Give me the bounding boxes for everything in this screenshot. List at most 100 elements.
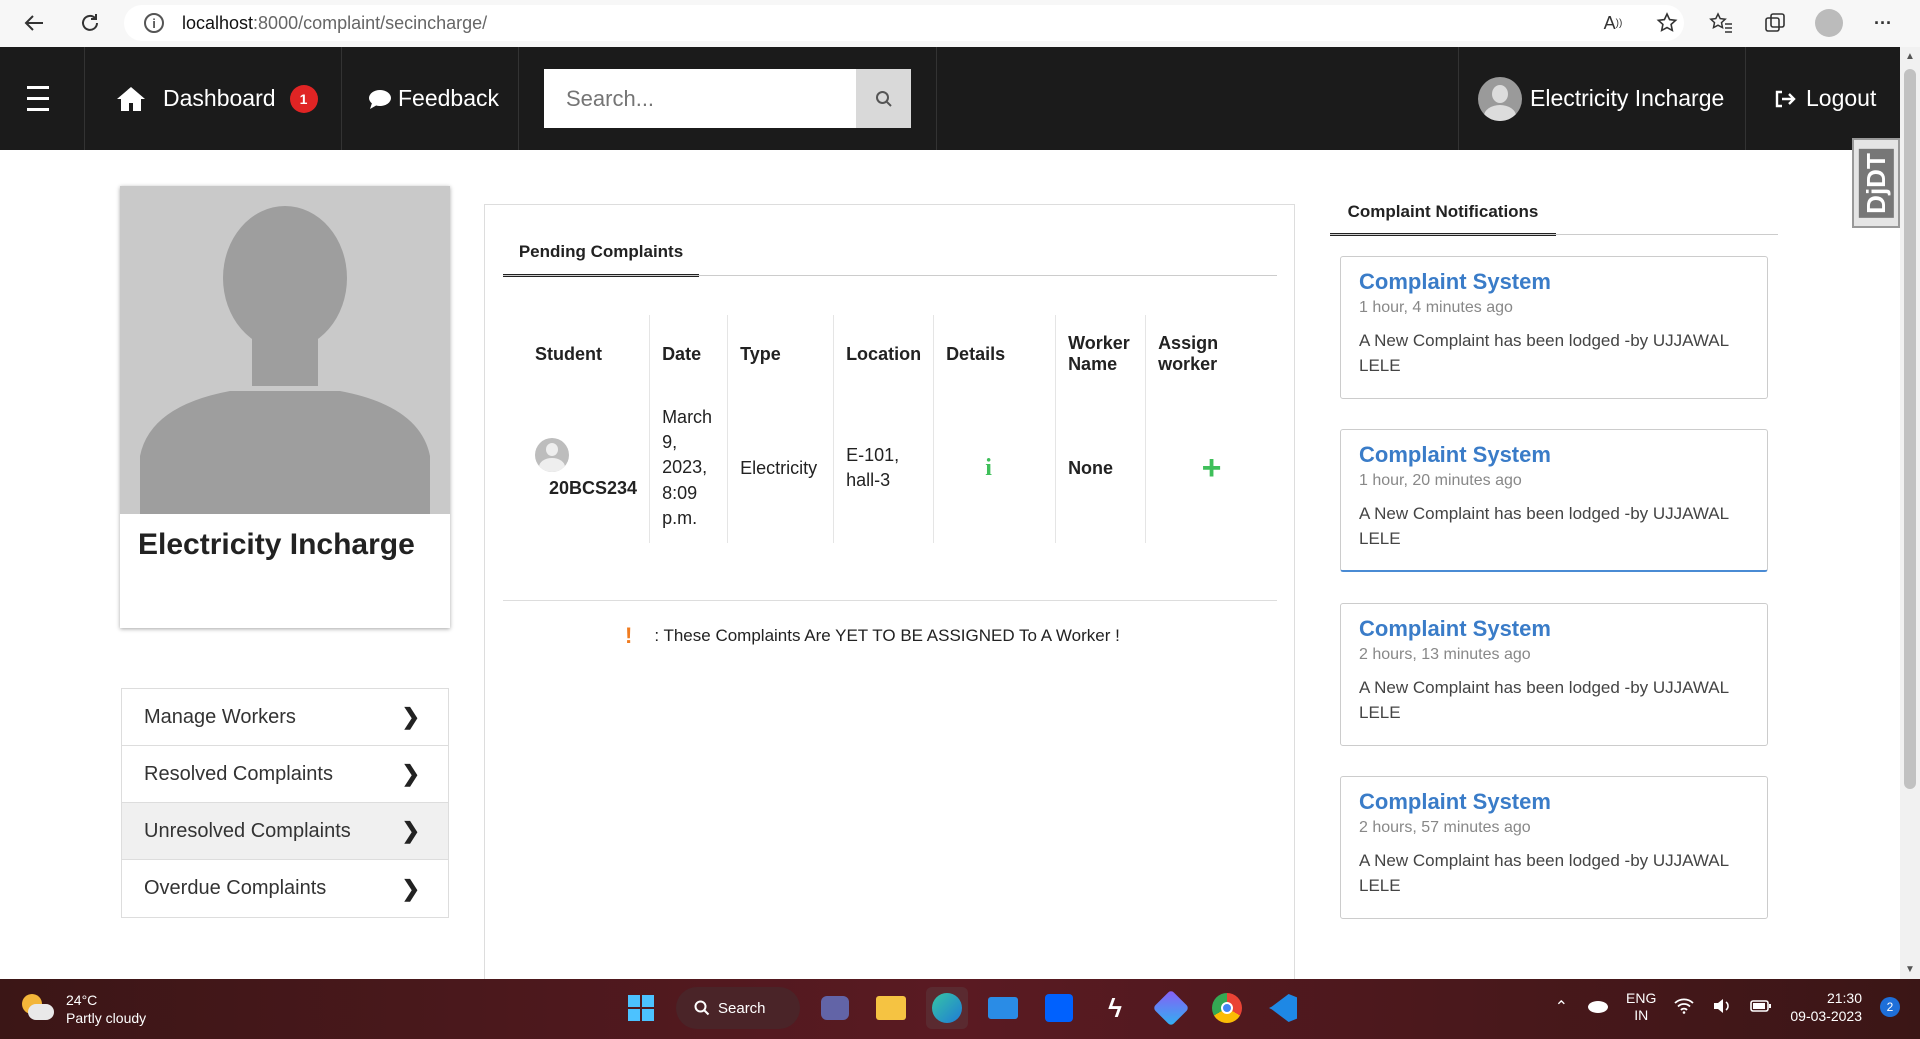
logout-icon [1775,90,1796,107]
search-form [544,69,911,128]
teams-icon[interactable] [814,987,856,1029]
clock[interactable]: 21:30 09-03-2023 [1790,989,1862,1025]
partly-cloudy-icon [20,994,54,1024]
menu-toggle-icon[interactable] [27,47,49,150]
lang-bottom: IN [1634,1007,1649,1024]
notification-title[interactable]: Complaint System [1359,616,1749,642]
side-item-resolved-complaints[interactable]: Resolved Complaints ❯ [122,746,448,803]
notification-message: A New Complaint has been lodged -by UJJA… [1359,851,1729,895]
notification-title[interactable]: Complaint System [1359,789,1749,815]
more-menu-icon[interactable]: ··· [1866,8,1900,38]
browser-toolbar: i localhost:8000/complaint/secincharge/ … [0,0,1920,47]
tab-complaint-notifications[interactable]: Complaint Notifications [1330,190,1556,236]
volume-icon[interactable] [1712,998,1732,1017]
add-favorite-icon[interactable] [1650,8,1684,38]
file-explorer-icon[interactable] [870,987,912,1029]
refresh-icon[interactable] [72,5,108,41]
notification-card[interactable]: Complaint System 1 hour, 4 minutes ago A… [1340,256,1768,399]
lang-top: ENG [1626,989,1657,1006]
chevron-up-icon[interactable]: ⌃ [1555,997,1568,1017]
weather-widget[interactable]: 24°C Partly cloudy [20,991,146,1027]
page-scrollbar[interactable]: ▲ ▼ [1900,47,1920,979]
location-cell: E-101, hall-3 [833,393,934,543]
pending-complaints-table: Student Date Type Location Details Worke… [503,315,1277,543]
terminal-app-icon[interactable]: ϟ [1094,987,1136,1029]
taskbar-search-label: Search [718,999,766,1017]
notification-time: 2 hours, 57 minutes ago [1359,819,1531,836]
address-bar[interactable]: i localhost:8000/complaint/secincharge/ [124,5,1684,41]
info-icon[interactable]: i [144,13,164,33]
info-icon[interactable]: i [985,455,992,481]
wifi-icon[interactable] [1674,998,1694,1017]
column-header-date: Date [649,315,728,393]
start-icon[interactable] [620,987,662,1029]
student-id: 20BCS234 [549,477,638,498]
scroll-down-icon[interactable]: ▼ [1905,964,1915,975]
collections-icon[interactable] [1758,8,1792,38]
favorites-icon[interactable] [1704,8,1738,38]
search-input[interactable] [544,69,856,128]
back-icon[interactable] [16,5,52,41]
notification-card[interactable]: Complaint System 2 hours, 57 minutes ago… [1340,776,1768,919]
profile-card: Electricity Incharge [120,186,450,628]
top-navbar: Dashboard 1 Feedback Electricity Incharg… [0,47,1900,150]
logout-link[interactable]: Logout [1774,47,1876,150]
scroll-up-icon[interactable]: ▲ [1905,51,1915,62]
user-menu[interactable]: Electricity Incharge [1478,47,1724,150]
plus-icon[interactable]: + [1202,449,1222,487]
avatar [1478,76,1522,121]
dashboard-link[interactable]: Dashboard 1 [115,47,318,150]
url-host: localhost [182,12,254,33]
side-item-overdue-complaints[interactable]: Overdue Complaints ❯ [122,860,448,917]
read-aloud-icon[interactable]: A)) [1596,8,1630,38]
notification-time: 1 hour, 4 minutes ago [1359,299,1513,316]
onedrive-icon[interactable] [1586,999,1609,1016]
taskbar: 24°C Partly cloudy Search ϟ ⌃ ENG IN 21:… [0,979,1920,1039]
scroll-thumb[interactable] [1904,69,1916,789]
weather-condition: Partly cloudy [66,1010,147,1027]
vscode-icon[interactable] [1262,987,1304,1029]
feedback-label: Feedback [398,85,500,111]
debug-toolbar-handle[interactable]: DjDT [1852,138,1900,228]
edge-icon[interactable] [926,987,968,1029]
mail-icon[interactable] [982,987,1024,1029]
side-item-unresolved-complaints[interactable]: Unresolved Complaints ❯ [122,803,448,860]
side-item-label: Manage Workers [144,705,296,728]
dropbox-icon[interactable] [1038,987,1080,1029]
home-icon [117,86,145,111]
chevron-right-icon: ❯ [401,761,420,786]
side-item-label: Resolved Complaints [144,762,333,785]
comment-icon [369,89,391,109]
notification-title[interactable]: Complaint System [1359,442,1749,468]
notification-card[interactable]: Complaint System 2 hours, 13 minutes ago… [1340,603,1768,746]
profile-name: Electricity Incharge [138,528,415,561]
column-header-details: Details [933,315,1056,393]
notification-count-badge[interactable]: 2 [1880,997,1900,1018]
chevron-right-icon: ❯ [401,818,420,843]
tab-pending-complaints[interactable]: Pending Complaints [503,235,699,277]
type-cell: Electricity [727,393,834,543]
search-button[interactable] [856,69,911,128]
feedback-link[interactable]: Feedback [368,47,499,150]
clock-date: 09-03-2023 [1790,1008,1862,1025]
table-row: 20BCS234 March 9, 2023, 8:09 p.m. Electr… [503,393,1277,543]
chrome-icon[interactable] [1206,987,1248,1029]
clock-time: 21:30 [1826,990,1862,1006]
notification-card[interactable]: Complaint System 1 hour, 20 minutes ago … [1340,429,1768,572]
search-icon [875,90,892,107]
column-header-type: Type [727,315,834,393]
side-item-label: Unresolved Complaints [144,819,351,842]
language-indicator[interactable]: ENG IN [1626,990,1656,1025]
side-item-manage-workers[interactable]: Manage Workers ❯ [122,689,448,746]
table-header-row: Student Date Type Location Details Worke… [503,315,1277,393]
user-name: Electricity Incharge [1530,85,1725,111]
date-cell: March 9, 2023, 8:09 p.m. [649,393,728,543]
taskbar-search[interactable]: Search [676,987,800,1029]
battery-icon[interactable] [1750,999,1772,1016]
notification-title[interactable]: Complaint System [1359,269,1749,295]
profile-icon[interactable] [1812,8,1846,38]
tab-divider [503,275,1277,276]
copilot-icon[interactable] [1150,987,1192,1029]
student-avatar [535,437,569,472]
temperature: 24°C [66,992,98,1008]
